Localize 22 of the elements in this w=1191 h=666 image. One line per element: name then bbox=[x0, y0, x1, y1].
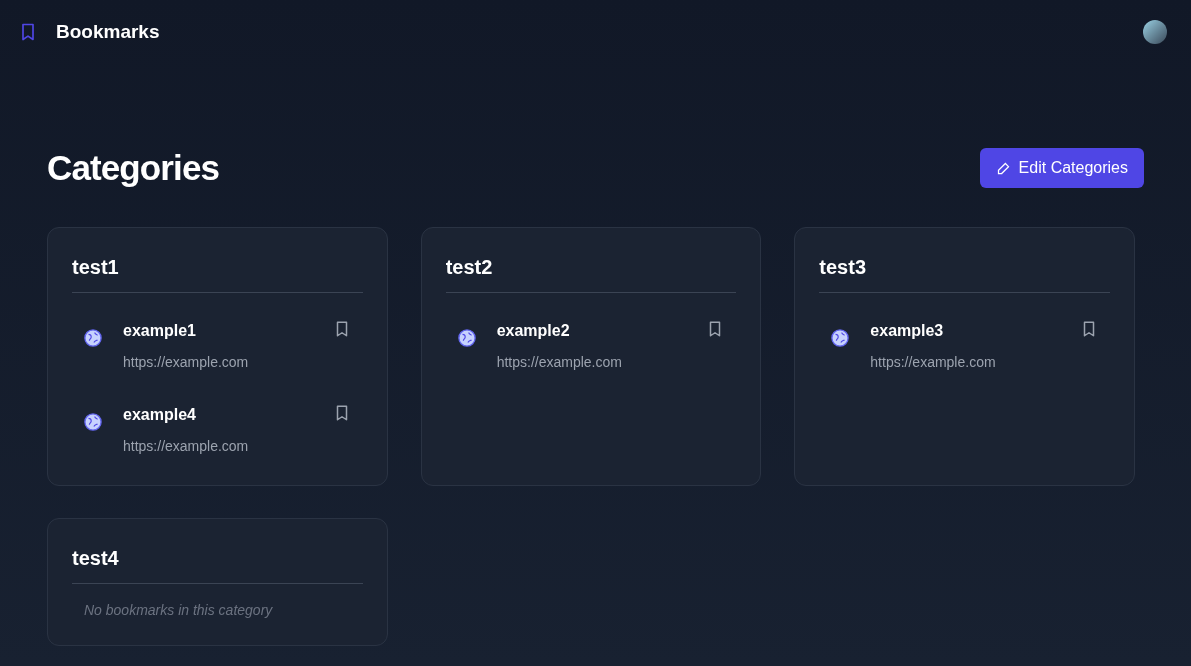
globe-icon bbox=[84, 328, 102, 347]
category-title: test2 bbox=[445, 251, 737, 293]
bookmark-url[interactable]: https://example.com bbox=[123, 351, 333, 373]
avatar[interactable] bbox=[1143, 20, 1167, 44]
bookmark-url[interactable]: https://example.com bbox=[870, 351, 1080, 373]
bookmark-url[interactable]: https://example.com bbox=[123, 435, 333, 457]
bookmark-title[interactable]: example3 bbox=[870, 318, 1080, 343]
bookmark-url[interactable]: https://example.com bbox=[496, 351, 707, 373]
bookmark-title[interactable]: example1 bbox=[123, 318, 333, 343]
category-title: test3 bbox=[819, 251, 1110, 293]
globe-icon bbox=[457, 328, 476, 347]
bookmark-title[interactable]: example4 bbox=[123, 402, 333, 427]
app-title: Bookmarks bbox=[56, 19, 160, 44]
edit-categories-button[interactable]: Edit Categories bbox=[979, 148, 1144, 189]
category-title: test1 bbox=[72, 251, 363, 293]
pencil-icon bbox=[995, 160, 1011, 176]
empty-message: No bookmarks in this category bbox=[83, 600, 274, 620]
category-title: test4 bbox=[72, 542, 363, 584]
globe-icon bbox=[84, 412, 102, 431]
bookmark-title[interactable]: example2 bbox=[496, 318, 707, 343]
page-title: Categories bbox=[47, 147, 220, 189]
globe-icon bbox=[831, 328, 850, 347]
